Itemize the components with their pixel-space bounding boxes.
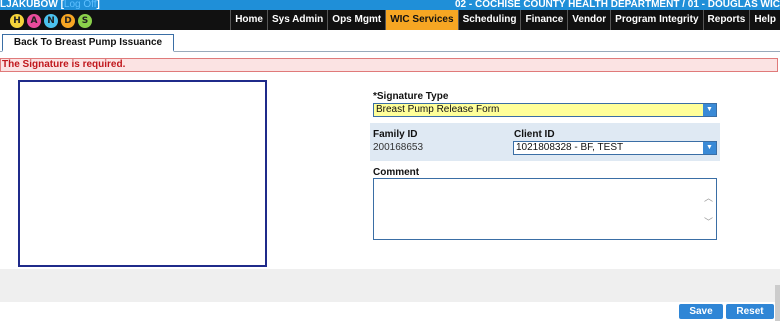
- logo-letter: N: [44, 14, 58, 28]
- logout-link[interactable]: Log Off: [64, 0, 97, 10]
- signature-form: *Signature Type Breast Pump Release Form…: [0, 72, 780, 269]
- chevron-down-icon[interactable]: ▼: [703, 104, 716, 116]
- client-id-value: 1021808328 - BF, TEST: [516, 142, 624, 153]
- logo-letter: A: [27, 14, 41, 28]
- tab-row: Back To Breast Pump Issuance: [0, 30, 780, 52]
- client-id-label: Client ID: [514, 129, 555, 140]
- hands-logo: HANDS: [2, 10, 102, 30]
- username: LJAKUBOW: [0, 0, 58, 10]
- back-to-breast-pump-issuance-button[interactable]: Back To Breast Pump Issuance: [2, 34, 174, 52]
- comment-label: Comment: [373, 167, 420, 178]
- save-button[interactable]: Save: [679, 304, 723, 319]
- nav-item-wic-services[interactable]: WIC Services: [385, 10, 458, 30]
- app-window: LJAKUBOW [Log Off] 02 - COCHISE COUNTY H…: [0, 0, 780, 321]
- logo-letter: H: [10, 14, 24, 28]
- department-label: 02 - COCHISE COUNTY HEALTH DEPARTMENT / …: [454, 0, 780, 10]
- comment-scrollbar[interactable]: ︿ ﹀: [702, 179, 716, 239]
- chevron-down-icon[interactable]: ▼: [703, 142, 716, 154]
- client-id-select[interactable]: 1021808328 - BF, TEST ▼: [513, 141, 717, 155]
- scroll-up-icon[interactable]: ︿: [704, 191, 713, 204]
- footer-band: [0, 269, 780, 302]
- error-message: The Signature is required.: [0, 58, 778, 72]
- nav-item-home[interactable]: Home: [230, 10, 267, 30]
- comment-textarea[interactable]: ︿ ﹀: [373, 178, 717, 240]
- signature-pad[interactable]: [18, 80, 267, 267]
- page-scrollbar[interactable]: [775, 285, 780, 321]
- family-id-label: Family ID: [373, 129, 418, 140]
- main-menu: Home Sys Admin Ops Mgmt WIC Services Schedul…: [230, 10, 780, 30]
- nav-item-scheduling[interactable]: Scheduling: [457, 10, 521, 30]
- top-info-bar: LJAKUBOW [Log Off] 02 - COCHISE COUNTY H…: [0, 0, 780, 10]
- family-id-value: 200168653: [373, 142, 424, 153]
- signature-type-label: *Signature Type: [373, 91, 449, 102]
- scroll-down-icon[interactable]: ﹀: [704, 215, 713, 228]
- nav-item-reports[interactable]: Reports: [702, 10, 750, 30]
- nav-item-ops-mgmt[interactable]: Ops Mgmt: [327, 10, 385, 30]
- nav-item-vendor[interactable]: Vendor: [567, 10, 610, 30]
- action-bar: [0, 302, 780, 321]
- signature-type-select[interactable]: Breast Pump Release Form ▼: [373, 103, 717, 117]
- user-info: LJAKUBOW [Log Off]: [0, 0, 100, 10]
- logo-letter: S: [78, 14, 92, 28]
- logo-letter: D: [61, 14, 75, 28]
- nav-item-help[interactable]: Help: [749, 10, 780, 30]
- nav-item-finance[interactable]: Finance: [520, 10, 567, 30]
- reset-button[interactable]: Reset: [726, 304, 774, 319]
- main-nav-bar: HANDS Home Sys Admin Ops Mgmt WIC Services S…: [0, 10, 780, 30]
- nav-item-program-integrity[interactable]: Program Integrity: [610, 10, 702, 30]
- signature-type-value: Breast Pump Release Form: [376, 104, 500, 115]
- nav-item-sys-admin[interactable]: Sys Admin: [266, 10, 327, 30]
